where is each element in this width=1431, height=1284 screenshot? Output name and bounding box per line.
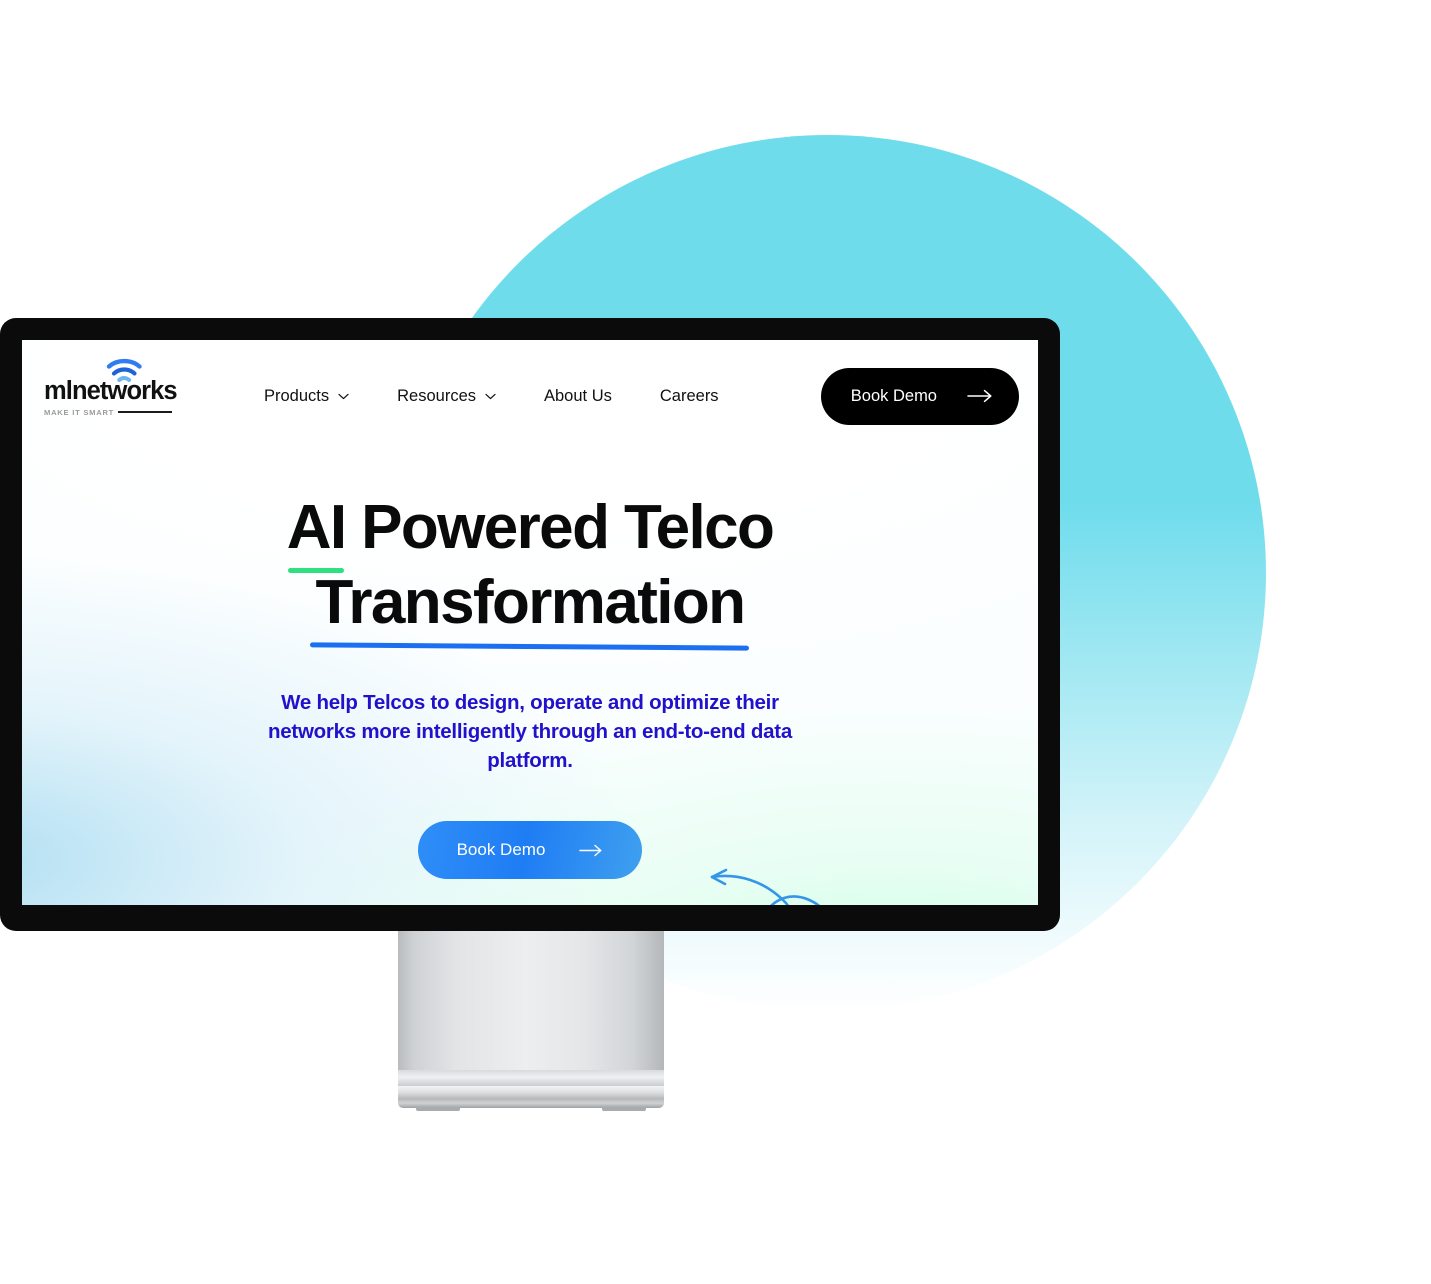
nav-item-products-label: Products xyxy=(264,386,330,405)
nav-item-about-us-label: About Us xyxy=(544,386,612,405)
arrow-right-icon xyxy=(579,844,602,857)
navbar-book-demo-button[interactable]: Book Demo xyxy=(820,367,1019,425)
hero-subheading: We help Telcos to design, operate and op… xyxy=(267,691,793,773)
nav-item-about-us[interactable]: About Us xyxy=(544,387,612,406)
headline-highlight-ai: AI xyxy=(287,490,347,574)
brand-tagline-rule xyxy=(118,411,172,414)
hero-book-demo-label: Book Demo xyxy=(456,840,546,860)
hero-section: AI Powered Telco Transformation We help … xyxy=(22,490,1038,880)
chevron-down-icon xyxy=(338,393,349,399)
monitor-stand-foot-left xyxy=(416,1107,460,1111)
headline-line-1: AI Powered Telco xyxy=(22,490,1038,574)
nav-item-resources[interactable]: Resources xyxy=(397,387,496,406)
monitor-stand-neck xyxy=(398,928,664,1086)
brand-name: mlnetworks xyxy=(44,377,178,406)
monitor-stand-base xyxy=(398,1086,664,1111)
nav-item-careers[interactable]: Careers xyxy=(660,387,719,406)
nav-item-products[interactable]: Products xyxy=(264,387,349,406)
brand-tagline: MAKE IT SMART xyxy=(44,407,115,417)
chevron-down-icon xyxy=(485,393,496,399)
monitor-bezel: mlnetworks MAKE IT SMART Products Resour… xyxy=(0,318,1060,931)
arrow-right-icon xyxy=(967,389,992,403)
site-navbar: mlnetworks MAKE IT SMART Products Resour… xyxy=(22,340,1038,452)
monitor-stand-foot-right xyxy=(602,1107,646,1111)
nav-links: Products Resources About Us Careers xyxy=(264,387,719,406)
navbar-book-demo-label: Book Demo xyxy=(850,386,937,405)
hero-book-demo-button[interactable]: Book Demo xyxy=(418,821,642,880)
headline-line-2: Transformation xyxy=(22,565,1038,640)
nav-item-careers-label: Careers xyxy=(659,386,719,405)
page-title: AI Powered Telco Transformation xyxy=(22,490,1038,640)
headline-line-1-rest: Powered Telco xyxy=(345,493,775,562)
nav-item-resources-label: Resources xyxy=(397,386,476,405)
monitor-stand-neck-edge xyxy=(398,1070,664,1086)
screen-viewport: mlnetworks MAKE IT SMART Products Resour… xyxy=(22,340,1038,905)
headline-highlight-transformation: Transformation xyxy=(316,565,746,640)
brand-tagline-row: MAKE IT SMART xyxy=(44,408,172,417)
page-root: mlnetworks MAKE IT SMART Products Resour… xyxy=(0,0,1431,1284)
brand-logo[interactable]: mlnetworks MAKE IT SMART xyxy=(44,359,178,417)
